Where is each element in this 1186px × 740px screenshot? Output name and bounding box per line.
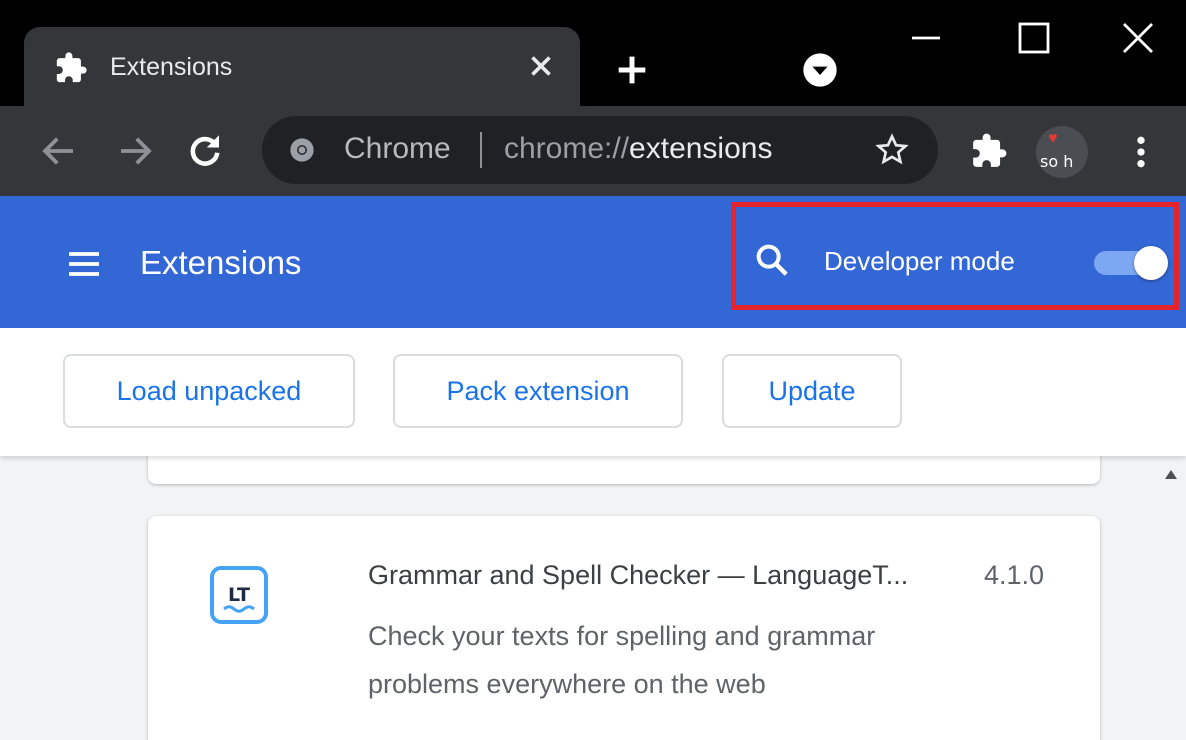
close-icon[interactable] [524,49,558,83]
star-icon[interactable] [874,132,910,168]
extensions-icon[interactable] [970,132,1008,170]
puzzle-icon [56,52,87,83]
page-title: Extensions [140,244,302,281]
chevron-down-icon[interactable] [800,50,840,90]
url-host: extensions [629,132,773,165]
avatar[interactable]: ♥ so h [1036,126,1088,178]
chrome-icon [290,138,314,162]
pack-extension-button[interactable]: Pack extension [393,354,683,428]
avatar-text: so h [1040,152,1074,171]
kebab-menu-icon[interactable] [1126,132,1156,172]
scrollbar[interactable] [1156,456,1186,740]
highlight-box [731,202,1179,310]
minimize-icon[interactable] [902,14,950,62]
scroll-up-icon[interactable] [1164,468,1178,480]
address-bar[interactable]: Chrome chrome://extensions [262,116,938,184]
description-line-2: problems everywhere on the web [368,669,766,699]
extension-card: LT Grammar and Spell Checker — LanguageT… [148,516,1100,740]
developer-toolbar: Load unpacked Pack extension Update [0,328,1186,456]
url-text: chrome://extensions [504,132,772,166]
tab-extensions[interactable]: Extensions [24,27,580,109]
hamburger-menu-icon[interactable] [64,244,104,284]
extension-name: Grammar and Spell Checker — LanguageT... [368,560,909,590]
load-unpacked-button[interactable]: Load unpacked [63,354,355,428]
maximize-icon[interactable] [1010,14,1058,62]
previous-extension-card [148,456,1100,484]
extensions-list: LT Grammar and Spell Checker — LanguageT… [0,456,1186,740]
browser-toolbar: Chrome chrome://extensions ♥ so h [0,106,1186,196]
avatar-heart-icon: ♥ [1048,130,1058,147]
description-line-1: Check your texts for spelling and gramma… [368,621,876,651]
site-chip: Chrome [344,132,451,165]
reload-icon[interactable] [184,130,226,172]
extension-version: 4.1.0 [984,560,1045,590]
plus-icon[interactable] [612,50,652,90]
url-scheme: chrome:// [504,132,630,165]
forward-arrow-icon[interactable] [114,130,156,172]
tab-title: Extensions [110,53,233,81]
languagetool-icon: LT [210,566,268,624]
update-button[interactable]: Update [722,354,902,428]
lt-icon-text: LT [228,584,250,606]
title-bar: Extensions [0,0,1186,109]
address-separator [480,132,482,168]
extension-description: Check your texts for spelling and gramma… [368,612,968,708]
close-window-icon[interactable] [1114,14,1162,62]
back-arrow-icon[interactable] [38,130,80,172]
